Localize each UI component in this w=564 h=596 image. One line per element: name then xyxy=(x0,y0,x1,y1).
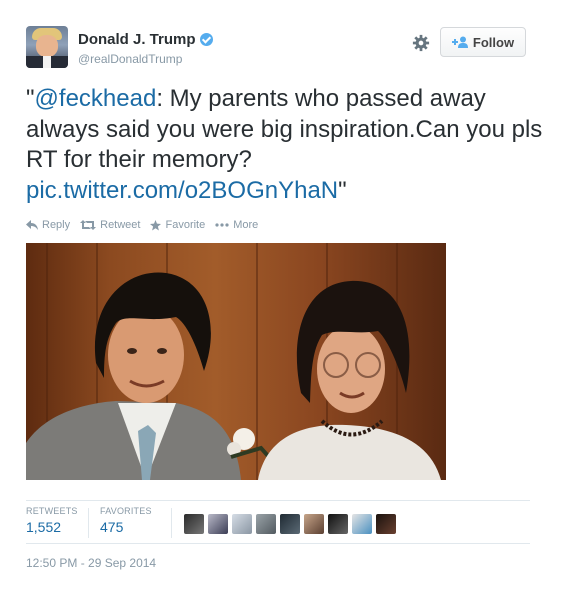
author-screen-name[interactable]: @realDonaldTrump xyxy=(78,52,182,66)
more-label: More xyxy=(233,219,259,231)
more-dots-icon xyxy=(215,223,229,227)
avatar-face xyxy=(36,35,58,57)
favoriter-avatar[interactable] xyxy=(232,514,252,534)
tweet-timestamp[interactable]: 12:50 PM - 29 Sep 2014 xyxy=(26,556,156,570)
stats-divider-top xyxy=(26,500,530,501)
favoriter-avatar[interactable] xyxy=(352,514,372,534)
retweet-action[interactable]: Retweet xyxy=(80,219,140,231)
follow-button-label: Follow xyxy=(472,34,515,50)
favorites-count: 475 xyxy=(100,519,124,535)
more-action[interactable]: More xyxy=(215,219,258,231)
gear-icon[interactable] xyxy=(412,34,430,52)
follow-button[interactable]: Follow xyxy=(440,27,526,57)
author-name-row[interactable]: Donald J. Trump xyxy=(78,31,213,48)
favoriter-avatar[interactable] xyxy=(328,514,348,534)
favoriter-avatars xyxy=(184,514,400,534)
favoriter-avatar[interactable] xyxy=(304,514,324,534)
author-display-name[interactable]: Donald J. Trump xyxy=(78,31,196,48)
favorites-label: FAVORITES xyxy=(100,506,152,516)
tweet-card: Donald J. Trump @realDonaldTrump Follow … xyxy=(0,0,564,596)
tweet-photo[interactable] xyxy=(26,243,446,480)
star-icon xyxy=(150,219,162,231)
add-user-icon xyxy=(451,36,468,48)
favorite-action[interactable]: Favorite xyxy=(150,219,205,231)
retweets-stat[interactable]: RETWEETS 1,552 xyxy=(26,506,78,535)
favoriter-avatar[interactable] xyxy=(376,514,396,534)
tweet-media-link[interactable]: pic.twitter.com/o2BOGnYhaN xyxy=(26,177,338,204)
verified-badge-icon xyxy=(199,33,213,46)
stat-separator xyxy=(88,508,89,538)
favorites-stat[interactable]: FAVORITES 475 xyxy=(100,506,152,535)
tweet-close-quote: " xyxy=(338,176,347,204)
retweet-label: Retweet xyxy=(100,219,141,231)
favoriter-avatar[interactable] xyxy=(208,514,228,534)
author-avatar[interactable] xyxy=(26,26,68,68)
favoriter-avatar[interactable] xyxy=(184,514,204,534)
reply-action[interactable]: Reply xyxy=(26,219,70,231)
reply-icon xyxy=(26,220,38,230)
retweet-icon xyxy=(80,220,97,230)
tweet-text: "@feckhead: My parents who passed away a… xyxy=(26,84,546,206)
retweets-count: 1,552 xyxy=(26,519,62,535)
avatar-shirt xyxy=(43,56,51,68)
favorite-label: Favorite xyxy=(165,219,206,231)
stat-separator xyxy=(171,508,172,538)
favoriter-avatar[interactable] xyxy=(256,514,276,534)
tweet-actions: Reply Retweet Favorite More xyxy=(26,219,268,231)
retweets-label: RETWEETS xyxy=(26,506,78,516)
stats-divider-bottom xyxy=(26,543,530,544)
reply-label: Reply xyxy=(42,219,71,231)
tweet-mention-link[interactable]: @feckhead xyxy=(35,85,157,112)
favoriter-avatar[interactable] xyxy=(280,514,300,534)
tweet-open-quote: " xyxy=(26,85,35,112)
